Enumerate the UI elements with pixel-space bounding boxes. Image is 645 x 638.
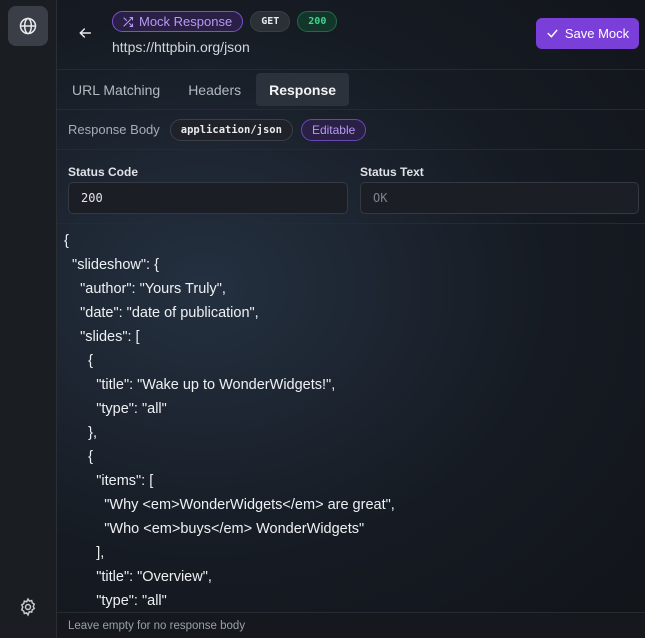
status-text-placeholder: OK: [373, 191, 388, 205]
footer-hint: Leave empty for no response body: [57, 612, 645, 638]
tab-url-matching[interactable]: URL Matching: [59, 73, 173, 106]
settings-gear-icon: [20, 597, 36, 617]
status-code-input[interactable]: 200: [68, 182, 348, 214]
code-line: "Why <em>WonderWidgets</em> are great",: [64, 497, 395, 513]
left-rail: [0, 0, 57, 638]
code-line: "Who <em>buys</em> WonderWidgets": [64, 521, 365, 537]
code-line: "title": "Wake up to WonderWidgets!",: [64, 377, 336, 393]
code-line: "slides": [: [64, 329, 140, 345]
code-line: {: [64, 449, 94, 465]
code-line: },: [64, 425, 98, 441]
code-line: ],: [64, 545, 105, 561]
response-body-editor[interactable]: { "slideshow": { "author": "Yours Truly"…: [57, 225, 645, 612]
code-line: "author": "Yours Truly",: [64, 281, 226, 297]
rail-globe-button[interactable]: [8, 6, 48, 46]
tab-headers[interactable]: Headers: [175, 73, 254, 106]
code-line: "items": [: [64, 473, 154, 489]
code-line: {: [64, 233, 69, 249]
status-code-label: Status Code: [68, 165, 139, 179]
app-window: Mock Response GET 200 https://httpbin.or…: [0, 0, 645, 638]
main-panel: Mock Response GET 200 https://httpbin.or…: [57, 0, 645, 638]
back-button[interactable]: [74, 22, 96, 44]
status-text-label: Status Text: [360, 165, 424, 179]
shuffle-icon: [123, 16, 134, 27]
status-text-input[interactable]: OK: [360, 182, 639, 214]
globe-icon: [19, 17, 37, 35]
code-line: "slideshow": {: [64, 257, 159, 273]
settings-button[interactable]: [17, 596, 39, 618]
arrow-left-icon: [79, 28, 92, 38]
status-badge: 200: [297, 11, 338, 32]
code-line: "type": "all": [64, 593, 167, 609]
status-fields: Status Code 200 Status Text OK: [57, 150, 645, 224]
save-mock-label: Save Mock: [564, 26, 630, 41]
method-badge: GET: [250, 11, 291, 32]
request-url: https://httpbin.org/json: [112, 39, 250, 55]
mock-response-badge: Mock Response: [112, 11, 244, 32]
editable-badge: Editable: [300, 118, 367, 141]
request-header: Mock Response GET 200 https://httpbin.or…: [57, 0, 645, 70]
status-code-value: 200: [81, 191, 103, 205]
code-line: "title": "Overview",: [64, 569, 212, 585]
mock-response-label: Mock Response: [139, 14, 233, 29]
tab-bar: URL Matching Headers Response: [57, 70, 645, 110]
badge-row: Mock Response GET 200: [112, 11, 338, 32]
response-body-bar: Response Body application/json Editable: [57, 110, 645, 150]
code-line: "date": "date of publication",: [64, 305, 259, 321]
code-line: {: [64, 353, 94, 369]
save-mock-button[interactable]: Save Mock: [536, 18, 639, 49]
tab-response[interactable]: Response: [256, 73, 350, 106]
content-type-badge: application/json: [169, 118, 293, 141]
code-line: "type": "all": [64, 401, 167, 417]
check-icon: [547, 29, 558, 38]
response-body-label: Response Body: [68, 122, 160, 137]
